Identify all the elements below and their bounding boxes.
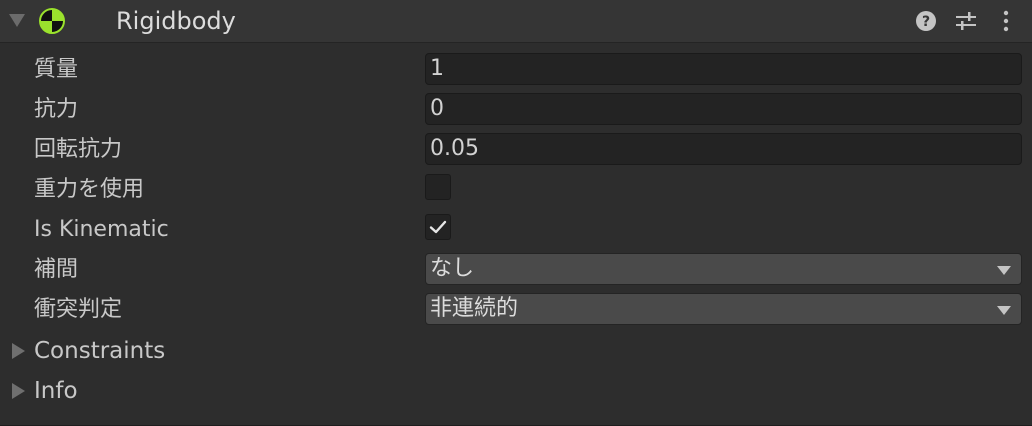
collision-detection-dropdown[interactable]: 非連続的	[425, 293, 1022, 325]
constraints-label: Constraints	[34, 338, 166, 364]
foldout-arrow-icon[interactable]	[12, 383, 25, 399]
menu-icon[interactable]	[993, 8, 1019, 34]
interpolate-dropdown[interactable]: なし	[425, 253, 1022, 285]
component-header[interactable]: Rigidbody ?	[0, 0, 1032, 43]
dropdown-arrow-icon	[997, 266, 1011, 275]
collision-detection-row: 衝突判定 非連続的	[0, 290, 1032, 330]
dropdown-arrow-icon	[997, 306, 1011, 315]
is-kinematic-checkbox[interactable]	[425, 214, 451, 240]
collision-detection-label: 衝突判定	[34, 297, 123, 322]
drag-field[interactable]: 0	[425, 93, 1022, 125]
interpolate-label: 補間	[34, 257, 79, 282]
mass-row: 質量 1	[0, 50, 1032, 90]
foldout-arrow-icon[interactable]	[12, 343, 25, 359]
collision-detection-selected: 非連続的	[430, 296, 519, 321]
use-gravity-checkbox[interactable]	[425, 174, 451, 200]
use-gravity-row: 重力を使用	[0, 170, 1032, 210]
help-icon[interactable]: ?	[913, 8, 939, 34]
angular-drag-label: 回転抗力	[34, 137, 123, 162]
angular-drag-row: 回転抗力 0.05	[0, 130, 1032, 170]
constraints-foldout[interactable]: Constraints	[0, 331, 1032, 371]
svg-text:?: ?	[922, 14, 930, 30]
mass-label: 質量	[34, 57, 79, 82]
angular-drag-field[interactable]: 0.05	[425, 133, 1022, 165]
checkmark-icon	[429, 220, 447, 234]
rigidbody-component-icon	[39, 8, 65, 34]
rigidbody-inspector: Rigidbody ? 質量 1 抗力 0 回転抗力 0.05 重力を使用 Is…	[0, 0, 1032, 426]
interpolate-row: 補間 なし	[0, 250, 1032, 290]
use-gravity-label: 重力を使用	[34, 177, 145, 202]
drag-row: 抗力 0	[0, 90, 1032, 130]
interpolate-selected: なし	[430, 256, 475, 281]
info-foldout[interactable]: Info	[0, 371, 1032, 411]
is-kinematic-label: Is Kinematic	[34, 217, 169, 242]
info-label: Info	[34, 378, 78, 404]
preset-icon[interactable]	[953, 8, 979, 34]
drag-label: 抗力	[34, 97, 79, 122]
component-title: Rigidbody	[116, 7, 236, 35]
foldout-arrow-icon[interactable]	[9, 14, 25, 27]
is-kinematic-row: Is Kinematic	[0, 210, 1032, 250]
mass-field[interactable]: 1	[425, 53, 1022, 85]
